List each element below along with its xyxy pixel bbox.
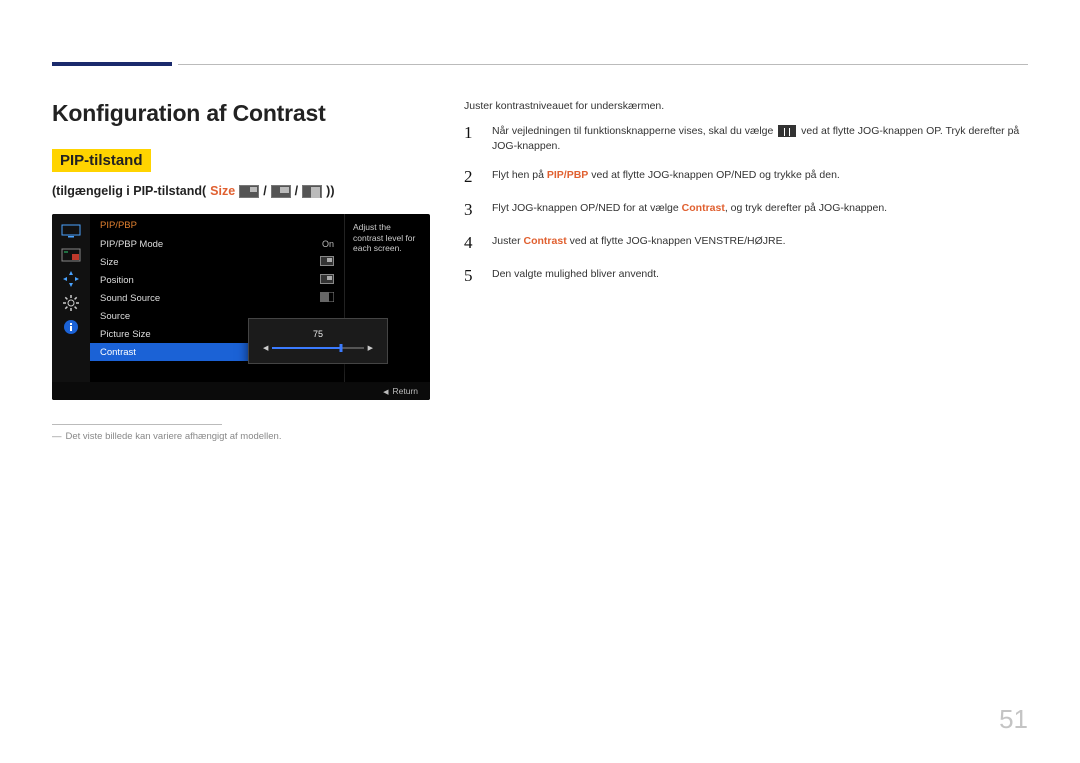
highlight: Contrast bbox=[524, 235, 567, 247]
slider-value: 75 bbox=[313, 329, 323, 339]
sep2: / bbox=[295, 184, 298, 198]
slider-track[interactable] bbox=[272, 347, 363, 349]
osd-main: PIP/PBP PIP/PBP Mode On Size Position Sou… bbox=[90, 214, 344, 382]
header-accent bbox=[52, 62, 172, 66]
step-text: Flyt JOG-knappen OP/NED for at vælge Con… bbox=[492, 201, 887, 216]
intro-text: Juster kontrastniveauet for underskærmen… bbox=[464, 100, 1028, 112]
step-number: 4 bbox=[464, 234, 482, 253]
osd-row-label: Source bbox=[100, 311, 130, 322]
t: Flyt hen på bbox=[492, 169, 547, 181]
pip-position-thumb bbox=[320, 274, 334, 286]
left-column: Konfiguration af Contrast PIP-tilstand (… bbox=[52, 100, 432, 442]
osd-row-label: Sound Source bbox=[100, 293, 160, 304]
osd-row-label: Size bbox=[100, 257, 118, 268]
sound-thumb bbox=[320, 292, 334, 304]
step-number: 5 bbox=[464, 267, 482, 286]
t: ved at flytte JOG-knappen VENSTRE/HØJRE. bbox=[567, 235, 786, 247]
size-icon-1 bbox=[239, 185, 259, 198]
step-number: 1 bbox=[464, 124, 482, 143]
step-list: 1 Når vejledningen til funktionsknappern… bbox=[464, 124, 1028, 285]
slider-fill bbox=[272, 347, 340, 349]
step-number: 2 bbox=[464, 168, 482, 187]
step-4: 4 Juster Contrast ved at flytte JOG-knap… bbox=[464, 234, 1028, 253]
availability-line: (tilgængelig i PIP-tilstand( Size / / )) bbox=[52, 184, 432, 198]
pip-icon bbox=[60, 246, 82, 264]
osd-sidebar-icons bbox=[52, 214, 90, 382]
osd-row-mode[interactable]: PIP/PBP Mode On bbox=[90, 235, 344, 253]
pip-size-thumb bbox=[320, 256, 334, 268]
footnote: ―Det viste billede kan variere afhængigt… bbox=[52, 431, 432, 442]
step-2: 2 Flyt hen på PIP/PBP ved at flytte JOG-… bbox=[464, 168, 1028, 187]
highlight: PIP/PBP bbox=[547, 169, 588, 181]
footnote-rule bbox=[52, 424, 222, 425]
slider-left-icon[interactable]: ◀ bbox=[263, 344, 268, 352]
size-icon-3 bbox=[302, 185, 322, 198]
sep1: / bbox=[263, 184, 266, 198]
osd-row-size[interactable]: Size bbox=[90, 253, 344, 271]
size-icon-2 bbox=[271, 185, 291, 198]
osd-row-sound[interactable]: Sound Source bbox=[90, 289, 344, 307]
step-text: Flyt hen på PIP/PBP ved at flytte JOG-kn… bbox=[492, 168, 840, 183]
return-label[interactable]: Return bbox=[392, 386, 418, 396]
gear-icon bbox=[60, 294, 82, 312]
t: ved at flytte JOG-knappen OP/NED og tryk… bbox=[588, 169, 840, 181]
t: , og tryk derefter på JOG-knappen. bbox=[725, 202, 887, 214]
osd-row-label: Picture Size bbox=[100, 329, 151, 340]
step-3: 3 Flyt JOG-knappen OP/NED for at vælge C… bbox=[464, 201, 1028, 220]
osd-row-value: On bbox=[322, 239, 334, 249]
step-number: 3 bbox=[464, 201, 482, 220]
page-title: Konfiguration af Contrast bbox=[52, 100, 432, 127]
slider-knob[interactable] bbox=[339, 344, 342, 352]
osd-row-label: PIP/PBP Mode bbox=[100, 239, 163, 250]
page-content: Konfiguration af Contrast PIP-tilstand (… bbox=[0, 0, 1080, 482]
availability-size: Size bbox=[210, 184, 235, 198]
osd-menu: PIP/PBP PIP/PBP Mode On Size Position Sou… bbox=[52, 214, 430, 400]
step-text: Den valgte mulighed bliver anvendt. bbox=[492, 267, 659, 282]
step-5: 5 Den valgte mulighed bliver anvendt. bbox=[464, 267, 1028, 286]
return-icon[interactable]: ◀ bbox=[383, 388, 388, 396]
t: Når vejledningen til funktionsknapperne … bbox=[492, 125, 776, 137]
pip-mode-badge: PIP-tilstand bbox=[52, 149, 151, 172]
info-icon bbox=[60, 318, 82, 336]
page-number: 51 bbox=[999, 704, 1028, 735]
right-column: Juster kontrastniveauet for underskærmen… bbox=[464, 100, 1028, 442]
availability-prefix: (tilgængelig i PIP-tilstand( bbox=[52, 184, 206, 198]
step-text: Juster Contrast ved at flytte JOG-knappe… bbox=[492, 234, 786, 249]
contrast-slider[interactable]: ◀ ▶ bbox=[263, 343, 373, 353]
step-1: 1 Når vejledningen til funktionsknappern… bbox=[464, 124, 1028, 154]
osd-row-position[interactable]: Position bbox=[90, 271, 344, 289]
slider-right-icon[interactable]: ▶ bbox=[368, 344, 373, 352]
osd-footer: ◀ Return bbox=[52, 382, 430, 400]
t: Juster bbox=[492, 235, 524, 247]
t: Flyt JOG-knappen OP/NED for at vælge bbox=[492, 202, 682, 214]
monitor-icon bbox=[60, 222, 82, 240]
availability-suffix: )) bbox=[326, 184, 334, 198]
header-rule bbox=[178, 64, 1028, 65]
footnote-text: Det viste billede kan variere afhængigt … bbox=[66, 431, 282, 442]
highlight: Contrast bbox=[682, 202, 725, 214]
t: Den valgte mulighed bliver anvendt. bbox=[492, 268, 659, 280]
osd-row-label: Position bbox=[100, 275, 134, 286]
arrows-icon bbox=[60, 270, 82, 288]
menu-glyph-icon bbox=[778, 125, 796, 137]
contrast-slider-popup: 75 ◀ ▶ bbox=[248, 318, 388, 364]
osd-title: PIP/PBP bbox=[90, 214, 344, 235]
step-text: Når vejledningen til funktionsknapperne … bbox=[492, 124, 1028, 154]
osd-row-label: Contrast bbox=[100, 347, 136, 358]
